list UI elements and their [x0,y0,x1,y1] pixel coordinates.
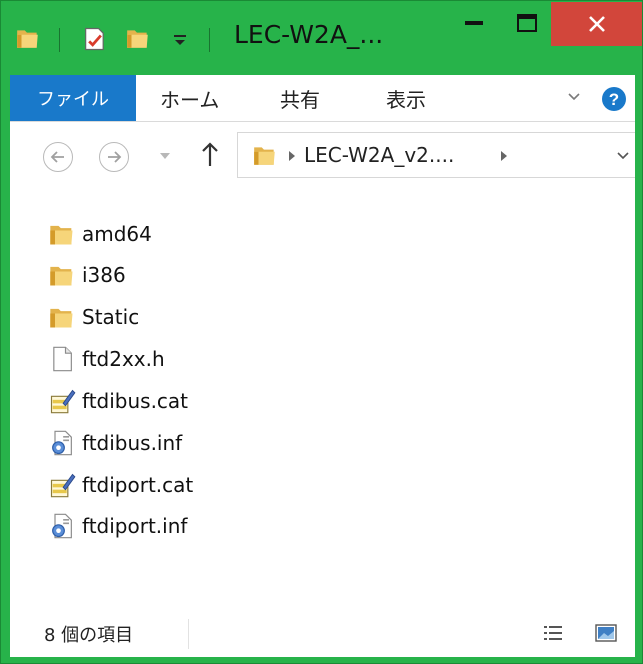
tab-file[interactable]: ファイル [10,75,136,121]
list-item[interactable]: ftdibus.inf [48,426,182,460]
large-icons-view-button[interactable] [595,624,617,646]
quick-access-separator [209,28,210,52]
up-arrow-icon[interactable] [200,140,220,170]
address-bar[interactable]: LEC-W2A_v2.... [237,132,635,178]
folder-icon [252,142,278,168]
list-item[interactable]: Static [48,300,139,334]
list-item[interactable]: ftd2xx.h [48,342,165,376]
customize-quick-access-icon[interactable] [171,32,189,48]
catalog-icon [50,473,76,498]
address-path[interactable]: LEC-W2A_v2.... [304,143,454,167]
title-bar: LEC-W2A_... [1,1,642,75]
tab-view[interactable]: 表示 [386,75,426,121]
file-name: i386 [82,263,126,287]
status-separator [188,619,189,649]
catalog-icon [50,389,76,414]
file-name: Static [82,305,140,329]
svg-text:?: ? [609,90,619,109]
breadcrumb-arrow-icon[interactable] [287,150,297,162]
folder-icon [50,308,73,328]
setup-info-icon [52,430,72,456]
properties-icon[interactable] [81,25,109,53]
details-view-icon [544,626,562,640]
details-view-button[interactable] [543,624,563,646]
window-title: LEC-W2A_... [234,20,384,49]
list-item[interactable]: ftdibus.cat [48,384,188,418]
minimize-button[interactable] [445,1,503,45]
file-name: ftdiport.inf [82,514,188,538]
large-icons-view-icon [595,624,617,642]
expand-ribbon-icon[interactable] [566,89,582,105]
file-name: ftdibus.cat [82,389,189,413]
ribbon-tabs: ファイル ホーム 共有 表示 ? [10,75,635,121]
help-button[interactable]: ? [601,86,627,116]
close-button[interactable] [551,2,642,46]
file-name: ftd2xx.h [82,347,165,371]
file-name: ftdiport.cat [82,473,194,497]
tab-home[interactable]: ホーム [160,75,219,121]
new-folder-icon[interactable] [125,25,151,51]
back-arrow-icon [50,151,64,163]
folder-icon [50,225,73,245]
recent-locations-icon[interactable] [159,151,171,161]
list-item[interactable]: ftdiport.inf [48,509,187,543]
tab-share[interactable]: 共有 [280,75,320,121]
file-name: ftdibus.inf [82,431,183,455]
quick-access-separator [59,28,60,52]
close-icon [588,16,605,32]
maximize-button[interactable] [503,1,551,45]
maximize-icon [517,14,537,32]
list-item[interactable]: amd64 [48,217,152,251]
file-list: amd64 i386 Static ftd2xx.h ftdibus.cat f… [10,192,635,611]
address-dropdown-icon[interactable] [616,151,630,161]
forward-arrow-icon [108,151,122,163]
forward-button[interactable] [99,142,129,172]
navigation-bar: LEC-W2A_v2.... [10,122,635,192]
back-button[interactable] [43,142,73,172]
minimize-icon [465,21,483,25]
folder-icon [50,266,73,286]
breadcrumb-arrow-icon[interactable] [499,150,509,162]
explorer-window: LEC-W2A_... ファイル ホーム 共有 表示 ? LEC-W2A_v2.… [0,0,643,664]
list-item[interactable]: i386 [48,258,126,292]
file-name: amd64 [82,222,152,246]
folder-icon [15,25,41,51]
file-icon [53,346,72,372]
status-bar: 8 個の項目 [10,611,635,657]
list-item[interactable]: ftdiport.cat [48,468,193,502]
help-icon: ? [602,87,626,111]
setup-info-icon [52,513,72,539]
item-count: 8 個の項目 [44,625,134,646]
